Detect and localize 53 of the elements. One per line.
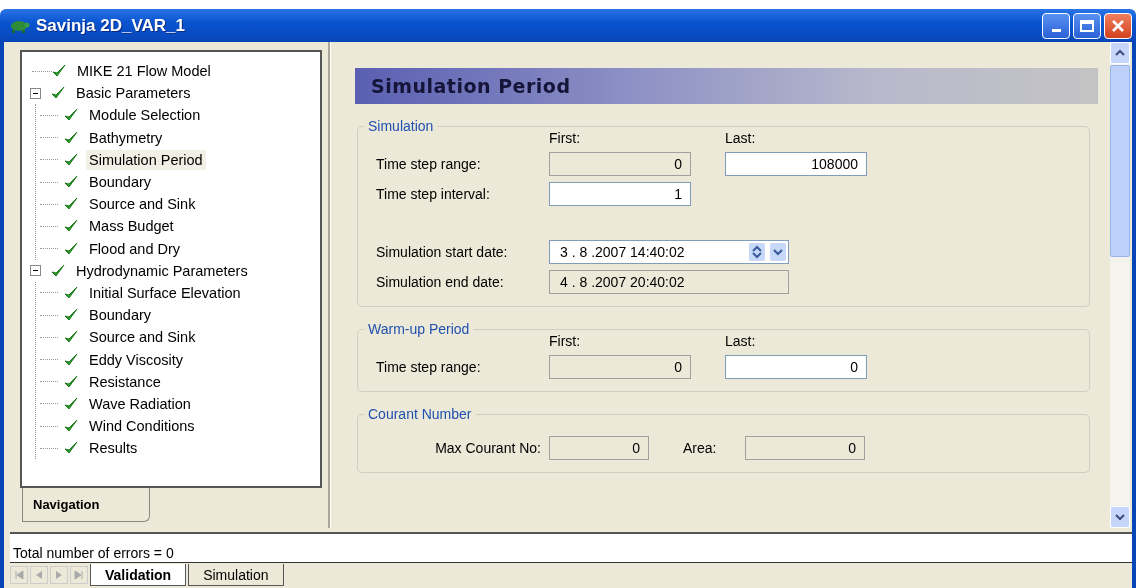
scrollbar[interactable] bbox=[1110, 42, 1130, 528]
window-title: Savinja 2D_VAR_1 bbox=[36, 15, 186, 36]
input-field[interactable]: 0 bbox=[725, 355, 867, 379]
group-title: Simulation bbox=[367, 118, 435, 134]
column-label: First: bbox=[549, 130, 582, 146]
tree-item[interactable]: Wave Radiation bbox=[86, 393, 194, 414]
tree-item[interactable]: Flood and Dry bbox=[86, 238, 184, 259]
tree-item[interactable]: Initial Surface Elevation bbox=[86, 282, 244, 303]
output-tab[interactable]: Validation bbox=[90, 564, 187, 586]
group-title: Courant Number bbox=[367, 406, 473, 422]
page-header: Simulation Period bbox=[355, 68, 1098, 104]
tree-item[interactable]: Results bbox=[86, 438, 141, 459]
field-label: Time step range: bbox=[376, 156, 482, 172]
field-label: Area: bbox=[683, 440, 718, 456]
tree-item[interactable]: Bathymetry bbox=[86, 127, 166, 148]
field-label: Simulation start date: bbox=[376, 244, 509, 260]
spinner-icon[interactable] bbox=[749, 243, 765, 261]
input-field[interactable]: 1 bbox=[549, 182, 691, 206]
navigation-tab[interactable]: Navigation bbox=[22, 488, 150, 522]
tree-item[interactable]: Source and Sink bbox=[86, 327, 199, 348]
tree-item[interactable]: Boundary bbox=[86, 305, 155, 326]
input-field[interactable]: 108000 bbox=[725, 152, 867, 176]
tree-item[interactable]: Wind Conditions bbox=[86, 416, 198, 437]
collapse-icon[interactable] bbox=[30, 265, 41, 277]
tree-item[interactable]: Mass Budget bbox=[86, 216, 177, 237]
tree-item[interactable]: Module Selection bbox=[86, 105, 204, 126]
tree-item[interactable]: Eddy Viscosity bbox=[86, 349, 187, 370]
scroll-down-icon[interactable] bbox=[1110, 506, 1130, 528]
maximize-button[interactable] bbox=[1073, 12, 1101, 39]
minimize-button[interactable] bbox=[1042, 12, 1070, 39]
tree-item[interactable]: Source and Sink bbox=[86, 194, 199, 215]
output-tab[interactable]: Simulation bbox=[188, 564, 284, 586]
date-field[interactable]: 3 . 8 .2007 14:40:02 bbox=[549, 240, 789, 264]
collapse-icon[interactable] bbox=[30, 87, 41, 99]
field-label: Time step range: bbox=[376, 359, 482, 375]
error-count-message: Total number of errors = 0 bbox=[13, 544, 174, 562]
field-label: Max Courant No: bbox=[434, 440, 541, 456]
tree-item[interactable]: Basic Parameters bbox=[73, 83, 194, 104]
group-title: Warm-up Period bbox=[367, 321, 471, 337]
field-label: Simulation end date: bbox=[376, 274, 505, 290]
column-label: Last: bbox=[725, 333, 757, 349]
dropdown-icon[interactable] bbox=[770, 243, 786, 261]
scroll-up-icon[interactable] bbox=[1110, 42, 1130, 64]
close-icon[interactable] bbox=[1110, 17, 1126, 34]
tree-item[interactable]: Hydrodynamic Parameters bbox=[73, 260, 251, 281]
tree-item[interactable]: MIKE 21 Flow Model bbox=[74, 61, 214, 82]
close-button[interactable] bbox=[1104, 12, 1132, 39]
tree-item[interactable]: Boundary bbox=[86, 172, 155, 193]
column-label: First: bbox=[549, 333, 582, 349]
tree-item[interactable]: Resistance bbox=[86, 371, 164, 392]
tree-item[interactable]: Simulation Period bbox=[86, 149, 206, 170]
field-label: Time step interval: bbox=[376, 186, 491, 202]
column-label: Last: bbox=[725, 130, 757, 146]
